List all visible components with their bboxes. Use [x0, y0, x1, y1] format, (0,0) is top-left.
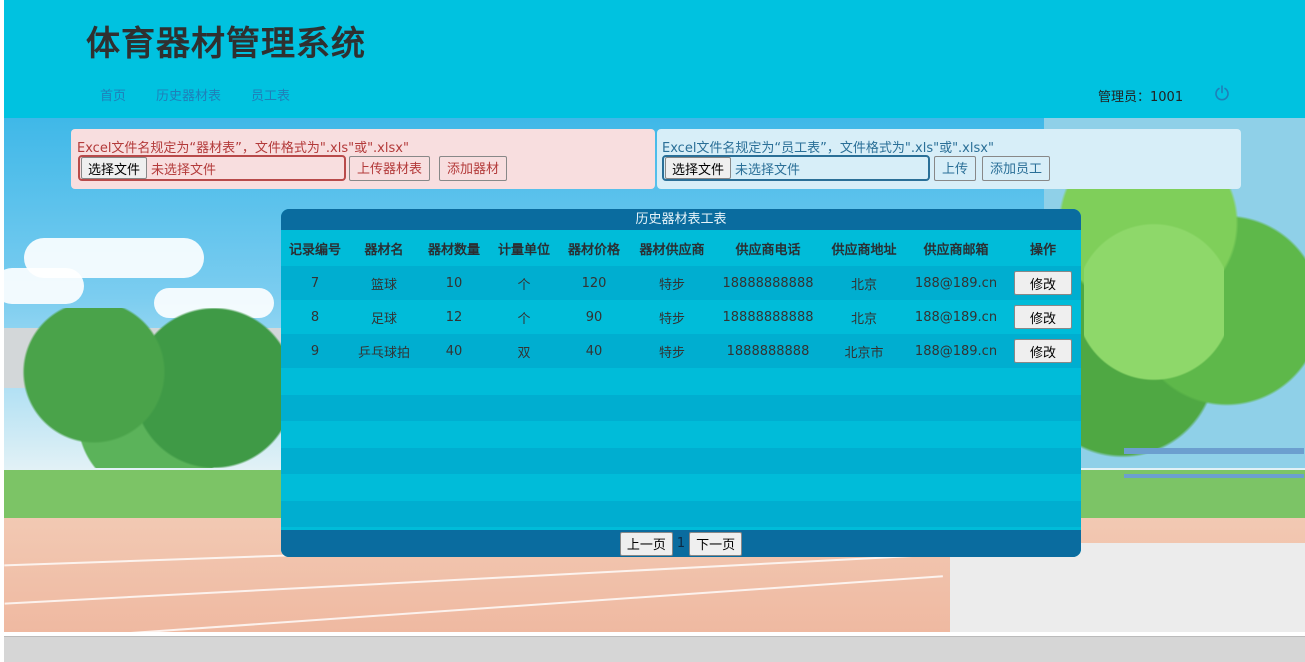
- table-row: 9 乒乓球拍 40 双 40 特步 1888888888 北京市 188@189…: [281, 334, 1081, 368]
- pagination: 上一页 1 下一页: [281, 530, 1081, 557]
- staff-file-input[interactable]: 选择文件 未选择文件: [662, 155, 930, 181]
- column-header: 器材名: [364, 242, 404, 258]
- app-title: 体育器材管理系统: [86, 24, 366, 64]
- upload-equipment-button[interactable]: 上传器材表: [349, 156, 431, 181]
- cell-supplier-address: 北京: [850, 311, 877, 327]
- cell-supplier-phone: 18888888888: [722, 275, 814, 291]
- staff-upload-panel: Excel文件名规定为“员工表”，文件格式为".xls"或".xlsx" 选择文…: [657, 129, 1241, 189]
- edit-button[interactable]: 修改: [1014, 271, 1072, 295]
- empty-row: [281, 447, 1081, 474]
- cell-supplier: 特步: [658, 277, 685, 293]
- history-equipment-table-card: 历史器材表工表 记录编号 器材名 器材数量 计量单位 器材价格 器材供应商 供应…: [281, 209, 1081, 557]
- column-header: 计量单位: [497, 242, 550, 258]
- cell-actions: 修改: [1005, 300, 1081, 334]
- table-title: 历史器材表工表: [281, 209, 1081, 230]
- column-header: 供应商邮箱: [923, 242, 989, 258]
- cell-supplier-phone: 18888888888: [722, 309, 814, 325]
- empty-row: [281, 368, 1081, 395]
- cell-price: 120: [581, 275, 607, 291]
- cell-quantity: 10: [445, 275, 463, 291]
- cell-supplier-address: 北京: [850, 277, 877, 293]
- prev-page-button[interactable]: 上一页: [619, 531, 673, 556]
- cell-supplier-email: 188@189.cn: [914, 343, 998, 359]
- cell-price: 40: [585, 343, 603, 359]
- table-row: 7 篮球 10 个 120 特步 18888888888 北京 188@189.…: [281, 266, 1081, 300]
- nav-item-home[interactable]: 首页: [100, 85, 126, 104]
- column-header: 器材价格: [567, 242, 620, 258]
- cell-equipment-name: 乒乓球拍: [357, 345, 410, 361]
- power-icon[interactable]: [1214, 85, 1230, 101]
- cell-actions: 修改: [1005, 266, 1081, 300]
- empty-row: [281, 394, 1081, 421]
- equipment-file-status: 未选择文件: [151, 162, 217, 178]
- table-row: 8 足球 12 个 90 特步 18888888888 北京 188@189.c…: [281, 300, 1081, 334]
- next-page-button[interactable]: 下一页: [689, 531, 743, 556]
- cell-unit: 个: [517, 277, 531, 293]
- add-staff-button[interactable]: 添加员工: [982, 156, 1051, 181]
- edit-button[interactable]: 修改: [1014, 339, 1072, 363]
- empty-row: [281, 474, 1081, 501]
- cell-record-id: 9: [310, 343, 320, 359]
- cell-supplier-email: 188@189.cn: [914, 275, 998, 291]
- nav-item-history-equipment[interactable]: 历史器材表: [156, 85, 221, 104]
- cell-supplier-phone: 1888888888: [726, 343, 810, 359]
- column-header: 器材供应商: [639, 242, 705, 258]
- equipment-choose-file-button[interactable]: 选择文件: [81, 157, 148, 179]
- cell-supplier: 特步: [658, 345, 685, 361]
- cell-price: 90: [585, 309, 603, 325]
- column-header: 操作: [1029, 242, 1056, 258]
- horizontal-scrollbar[interactable]: [4, 636, 1305, 662]
- cell-equipment-name: 足球: [370, 311, 397, 327]
- cell-supplier: 特步: [658, 311, 685, 327]
- admin-label: 管理员：1001: [1098, 90, 1184, 105]
- cell-supplier-address: 北京市: [844, 345, 884, 361]
- cell-supplier-email: 188@189.cn: [914, 309, 998, 325]
- history-equipment-table: 记录编号 器材名 器材数量 计量单位 器材价格 器材供应商 供应商电话 供应商地…: [281, 230, 1081, 554]
- staff-upload-rule: Excel文件名规定为“员工表”，文件格式为".xls"或".xlsx": [662, 141, 994, 156]
- upload-staff-button[interactable]: 上传: [934, 156, 977, 181]
- cell-record-id: 8: [310, 309, 320, 325]
- current-page-number: 1: [676, 536, 686, 551]
- cell-equipment-name: 篮球: [370, 277, 397, 293]
- cell-unit: 双: [517, 345, 531, 361]
- main-nav: 首页 历史器材表 员工表: [100, 85, 290, 104]
- add-equipment-button[interactable]: 添加器材: [439, 156, 508, 181]
- cell-quantity: 12: [445, 309, 463, 325]
- header-bar: 体育器材管理系统 首页 历史器材表 员工表 管理员：1001: [4, 0, 1305, 118]
- table-header-row: 记录编号 器材名 器材数量 计量单位 器材价格 器材供应商 供应商电话 供应商地…: [281, 230, 1081, 266]
- column-header: 供应商电话: [735, 242, 801, 258]
- staff-file-status: 未选择文件: [735, 162, 801, 178]
- empty-row: [281, 421, 1081, 448]
- column-header: 供应商地址: [831, 242, 897, 258]
- empty-row: [281, 500, 1081, 527]
- column-header: 器材数量: [427, 242, 480, 258]
- edit-button[interactable]: 修改: [1014, 305, 1072, 329]
- staff-choose-file-button[interactable]: 选择文件: [665, 157, 732, 179]
- cell-actions: 修改: [1005, 334, 1081, 368]
- column-header: 记录编号: [288, 242, 341, 258]
- equipment-upload-rule: Excel文件名规定为“器材表”，文件格式为".xls"或".xlsx": [77, 141, 409, 156]
- cell-unit: 个: [517, 311, 531, 327]
- cell-quantity: 40: [445, 343, 463, 359]
- equipment-file-input[interactable]: 选择文件 未选择文件: [78, 155, 346, 181]
- cell-record-id: 7: [310, 275, 320, 291]
- nav-item-staff[interactable]: 员工表: [251, 85, 290, 104]
- equipment-upload-panel: Excel文件名规定为“器材表”，文件格式为".xls"或".xlsx" 选择文…: [71, 129, 655, 189]
